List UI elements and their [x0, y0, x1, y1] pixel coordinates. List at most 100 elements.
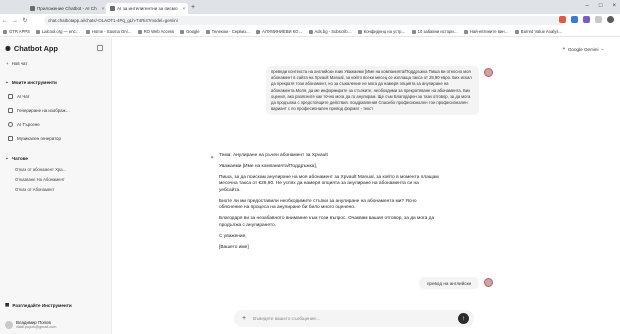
bookmark[interactable]: Lalcool.org — enc…: [35, 29, 80, 34]
extension-icon[interactable]: [583, 16, 590, 23]
assistant-paragraph: Благодаря ви за незабавното внимание към…: [219, 216, 435, 228]
assistant-paragraph: С уважение,: [219, 233, 247, 239]
bookmark-icon: [137, 29, 142, 34]
tools-section-header[interactable]: ⌄ Моите инструменти: [5, 79, 57, 85]
send-button[interactable]: ↑: [458, 313, 469, 324]
forward-icon[interactable]: →: [10, 18, 20, 24]
assistant-sparkle-icon: ✦: [210, 155, 215, 161]
collapse-sidebar-icon[interactable]: [97, 45, 103, 51]
attach-plus-icon[interactable]: +: [237, 315, 251, 322]
browser-tab-1[interactable]: Приложение Chatbot - AI Ch ×: [26, 3, 106, 14]
bookmark[interactable]: Телеком - Сервиз…: [205, 29, 250, 34]
sidebar: ✺ Chatbot App + Нов чат ⌄ Моите инструме…: [0, 38, 112, 334]
bookmark[interactable]: Ads.bg - Subscrib…: [308, 29, 352, 34]
bookmarks-bar: GTR APPS Lalcool.org — enc… Home - Saxma…: [0, 27, 620, 37]
gemini-icon: ✦: [562, 46, 566, 51]
user-email: vladi.popov@gmail.com: [16, 325, 57, 329]
user-message-text: превод на английски: [426, 280, 472, 286]
assistant-paragraph: [Вашето име]: [219, 244, 249, 250]
chats-section-header[interactable]: ⌄ Чатове: [5, 155, 28, 161]
bookmark[interactable]: RO Web Access: [137, 29, 174, 34]
tools-title: Моите инструменти: [11, 79, 57, 85]
sidebar-item-music-generator[interactable]: Музикален генератор: [8, 136, 61, 141]
send-arrow-icon: ↑: [462, 315, 465, 322]
bookmark-icon: [3, 29, 7, 34]
sidebar-item-label: AI Търсене: [17, 122, 40, 127]
bookmark-icon: [463, 29, 468, 34]
browser-tab-2[interactable]: AI за интелигентни за писмо ×: [106, 3, 188, 14]
brand: ✺ Chatbot App: [5, 44, 58, 53]
extension-icon[interactable]: [559, 16, 566, 23]
window-controls: – □ ×: [586, 3, 616, 9]
chevron-down-icon: ⌄: [5, 79, 9, 84]
sidebar-item-image-generator[interactable]: Генериране на изображ…: [8, 108, 70, 113]
bookmark[interactable]: Home - Saxma Onl…: [85, 29, 132, 34]
chat-history-item[interactable]: Отказ от Абонамент: [15, 187, 54, 192]
user-avatar: [484, 68, 493, 77]
address-bar[interactable]: chat.chatbotapp.ai/chats/-OLAOT1-4Pq_gLh…: [44, 16, 564, 25]
bookmark-icon: [180, 29, 185, 34]
new-chat-label: Нов чат: [11, 61, 28, 66]
plus-icon: +: [6, 61, 9, 66]
assistant-paragraph: Пиша, за да поискам анулиране на моя або…: [219, 174, 439, 193]
chatbot-logo-icon: ✺: [5, 45, 11, 53]
sidebar-item-ai-chat[interactable]: AI Чат: [8, 94, 30, 99]
bookmark[interactable]: Google: [180, 29, 200, 34]
sidebar-item-label: AI Чат: [17, 94, 30, 99]
bookmark[interactable]: 10 забавни истори…: [411, 29, 458, 34]
chat-history-item[interactable]: Отказ от абонамент Хра…: [15, 167, 67, 172]
sidebar-item-ai-search[interactable]: AI Търсене: [8, 122, 40, 127]
message-input[interactable]: [251, 315, 441, 322]
bookmark[interactable]: Barred Value Analys…: [514, 29, 563, 34]
chevron-down-icon: ⌄: [600, 46, 605, 51]
bookmark[interactable]: Най-евтините вин…: [463, 29, 509, 34]
chevron-down-icon: ⌄: [5, 155, 9, 160]
search-icon: [8, 122, 13, 127]
bookmark[interactable]: Конфиденц на устр…: [357, 29, 406, 34]
bookmark[interactable]: GTR APPS: [3, 29, 30, 34]
close-icon[interactable]: ×: [102, 6, 105, 11]
new-tab-button[interactable]: +: [191, 4, 195, 11]
model-selector[interactable]: ✦ Google Gemini ⌄: [562, 46, 604, 52]
bookmark-icon: [85, 29, 90, 34]
maximize-icon[interactable]: □: [599, 3, 603, 9]
extension-icon[interactable]: [595, 16, 602, 23]
browser-toolbar: ← → ↻ chat.chatbotapp.ai/chats/-OLAOT1-4…: [0, 14, 620, 27]
image-icon: [8, 108, 13, 113]
grid-icon: ▦: [5, 302, 10, 307]
chatbot-favicon-icon: [110, 6, 115, 11]
avatar: [5, 321, 13, 329]
user-message: преведи контекста на английски език Уваж…: [266, 66, 479, 116]
assistant-paragraph: Бихте ли ми предоставили необходимите ст…: [219, 198, 417, 211]
close-icon[interactable]: ×: [183, 6, 186, 11]
profile-avatar-icon[interactable]: [607, 16, 614, 23]
music-icon: [8, 136, 13, 141]
bookmark-icon: [357, 29, 362, 34]
close-window-icon[interactable]: ×: [612, 3, 616, 9]
chats-title: Чатове: [11, 155, 28, 161]
reload-icon[interactable]: ↻: [20, 17, 30, 24]
bookmark-icon: [411, 29, 416, 34]
minimize-icon[interactable]: –: [586, 3, 589, 9]
assistant-message: Тема: Анулиране на ръчен абонамент за Xp…: [219, 153, 439, 256]
back-icon[interactable]: ←: [0, 18, 10, 24]
new-chat-button[interactable]: + Нов чат: [6, 61, 27, 66]
bookmark-icon: [256, 29, 261, 34]
assistant-paragraph: Уважаеми [Име на компанията/Поддръжка],: [219, 163, 317, 169]
chat-history-item[interactable]: Отказване На Абонамент: [15, 177, 65, 182]
explore-tools-link[interactable]: ▦ Разгледайте Инструменти: [5, 302, 72, 308]
tab-label: AI за интелигентни за писмо: [117, 6, 178, 11]
message-composer: + ↑: [234, 310, 474, 327]
user-message: превод на английски: [419, 277, 479, 289]
assistant-paragraph: Тема: Анулиране на ръчен абонамент за Xp…: [219, 153, 328, 158]
model-name: Google Gemini: [567, 46, 599, 52]
tab-label: Приложение Chatbot - AI Ch: [37, 6, 97, 11]
bookmark[interactable]: АЛУМИНИЕВИ КО…: [256, 29, 303, 34]
extension-icon[interactable]: [571, 16, 578, 23]
chat-icon: [8, 94, 13, 99]
sidebar-item-label: Музикален генератор: [17, 136, 61, 141]
bookmark-icon: [308, 29, 313, 34]
bookmark-icon: [514, 29, 519, 34]
user-avatar: [484, 278, 493, 287]
user-profile[interactable]: Владимир Попов vladi.popov@gmail.com: [5, 320, 56, 330]
